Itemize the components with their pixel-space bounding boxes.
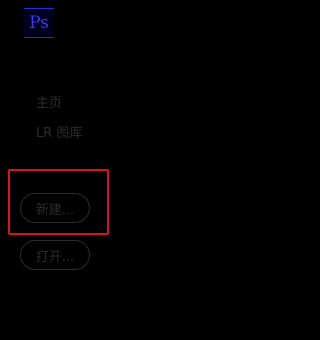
open-button[interactable]: 打开... (20, 240, 90, 270)
logo-text: Ps (29, 12, 49, 33)
photoshop-logo: Ps (24, 8, 54, 38)
start-screen: Ps 主页 LR 图库 新建... 打开... (0, 0, 304, 340)
new-button[interactable]: 新建... (20, 193, 90, 223)
nav-item-home[interactable]: 主页 (36, 92, 62, 111)
nav-item-lr-gallery[interactable]: LR 图库 (36, 122, 82, 141)
